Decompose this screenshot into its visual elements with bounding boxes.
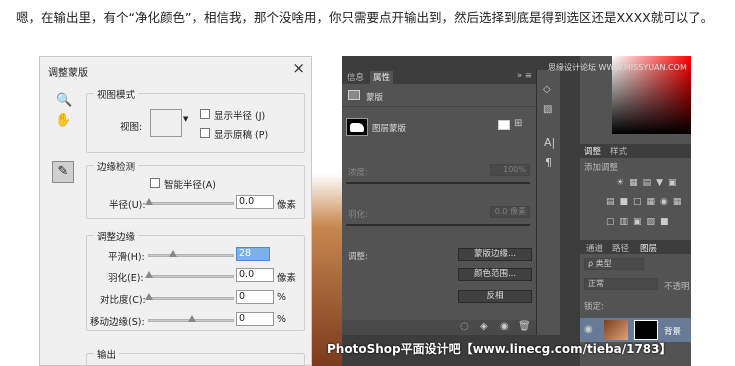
smart-radius-checkbox[interactable] [150, 178, 160, 188]
paragraph-icon[interactable]: ¶ [545, 156, 552, 169]
blend-mode-select[interactable]: 正常 [584, 278, 658, 290]
properties-tabs: 信息 属性 » ≡ [342, 70, 536, 84]
contrast-input[interactable]: 0 [236, 290, 274, 304]
tab-layers[interactable]: 图层 [640, 242, 657, 254]
caption-text: 嗯，在输出里，有个“净化颜色”，相信我，那个没啥用，你只需要点开输出到，然后选择… [16, 10, 714, 25]
radius-unit: 像素 [277, 200, 297, 211]
feather-unit: 像素 [277, 273, 297, 284]
invert-button[interactable]: 反相 [458, 290, 532, 303]
color-range-button[interactable]: 颜色范围... [458, 268, 532, 281]
contrast-slider-thumb[interactable] [145, 293, 153, 300]
output-title: 输出 [94, 347, 120, 361]
eye-icon[interactable]: ◉ [584, 324, 593, 335]
add-adjustment-label: 添加调整 [584, 163, 619, 173]
lock-label: 锁定: [584, 302, 604, 312]
feather-slider[interactable] [145, 271, 234, 278]
radius-slider[interactable] [145, 198, 234, 205]
properties-panel: 信息 属性 » ≡ 蒙版 图层蒙版 ⊞ 浓度: 100% 羽化: 0.0 像素 … [342, 70, 536, 335]
info-icon[interactable]: ▧ [543, 104, 552, 115]
trash-icon[interactable]: 🗑 [518, 321, 531, 332]
smooth-slider[interactable] [148, 250, 234, 257]
layer-kind-filter[interactable]: ρ 类型 [584, 258, 644, 270]
smooth-label: 平滑(H): [108, 252, 145, 263]
mask-title: 蒙版 [366, 93, 384, 103]
tab-styles[interactable]: 样式 [610, 145, 627, 157]
layer-mask-thumb[interactable] [634, 320, 658, 340]
view-mode-title: 视图模式 [94, 87, 139, 101]
close-icon[interactable]: × [292, 59, 305, 77]
tab-adjustments[interactable]: 调整 [584, 145, 601, 157]
load-selection-icon[interactable]: ◌ [460, 321, 469, 332]
contrast-unit: % [277, 292, 287, 303]
radius-label: 半径(U): [109, 200, 146, 211]
opacity-label: 不透明 [664, 282, 690, 292]
ps-feather-input[interactable]: 0.0 像素 [490, 206, 530, 218]
adjust-label: 调整: [348, 252, 368, 262]
shift-edge-unit: % [277, 314, 287, 325]
show-radius-checkbox[interactable] [200, 109, 210, 119]
show-original-checkbox[interactable] [200, 128, 210, 138]
refine-mask-dialog: 调整蒙版 × 🔍 ✋ 视图模式 视图: ▼ 显示半径 (J) 显示原稿 (P) … [39, 56, 312, 366]
smart-radius-label: 智能半径(A) [164, 180, 216, 191]
radius-input[interactable]: 0.0 [236, 195, 274, 209]
watermark-text: PhotoShop平面设计吧【www.linecg.com/tieba/1783… [327, 342, 672, 356]
photoshop-workspace: 信息 属性 » ≡ 蒙版 图层蒙版 ⊞ 浓度: 100% 羽化: 0.0 像素 … [312, 56, 691, 366]
contrast-label: 对比度(C): [100, 295, 146, 306]
canvas-photo [312, 56, 342, 366]
tab-channels[interactable]: 通道 [586, 242, 603, 254]
hand-icon[interactable]: ✋ [55, 113, 71, 128]
character-icon[interactable]: A| [544, 136, 555, 149]
vector-mask-icon[interactable]: ⊞ [514, 118, 522, 129]
zoom-icon[interactable]: 🔍 [56, 93, 72, 108]
refine-radius-brush-icon[interactable]: ✎ [52, 161, 74, 183]
panel-menu-icon[interactable]: » ≡ [514, 71, 535, 81]
view-thumbnail[interactable] [150, 109, 182, 137]
visibility-eye-icon[interactable]: ◉ [500, 321, 509, 332]
show-radius-label: 显示半径 (J) [214, 111, 266, 122]
density-label: 浓度: [348, 168, 368, 178]
density-input[interactable]: 100% [490, 164, 530, 176]
chevron-down-icon[interactable]: ▼ [183, 115, 188, 123]
layer-mask-thumbnail[interactable] [346, 118, 368, 136]
feather-label: 羽化(E): [108, 273, 144, 284]
shift-edge-slider[interactable] [148, 315, 234, 322]
tab-paths[interactable]: 路径 [612, 242, 629, 254]
tab-info[interactable]: 信息 [344, 71, 367, 83]
edge-detect-title: 边缘检测 [94, 159, 139, 173]
smooth-input[interactable]: 28 [236, 247, 270, 261]
show-original-label: 显示原稿 (P) [214, 130, 269, 141]
radius-slider-thumb[interactable] [145, 198, 153, 205]
history-icon[interactable]: ◇ [543, 84, 551, 95]
layer-name: 背景 [664, 327, 682, 337]
dialog-title: 调整蒙版 [48, 68, 88, 79]
corner-watermark: 思缘设计论坛 WWW.MISSYUAN.COM [548, 63, 687, 72]
pixel-mask-icon[interactable] [498, 120, 510, 130]
adjust-edge-title: 调整边缘 [94, 229, 139, 243]
adjustment-icons-row-2[interactable]: ▤■□▦◉▦ [606, 197, 686, 207]
layer-mask-label: 图层蒙版 [372, 124, 407, 134]
view-mode-group [86, 93, 305, 153]
ps-feather-slider[interactable] [346, 224, 530, 226]
shift-edge-label: 移动边缘(S): [90, 317, 145, 328]
apply-mask-icon[interactable]: ◈ [480, 321, 488, 332]
tab-properties[interactable]: 属性 [370, 71, 394, 84]
ps-feather-label: 羽化: [348, 210, 368, 220]
density-slider[interactable] [346, 182, 530, 184]
feather-input[interactable]: 0.0 [236, 268, 274, 282]
adjustment-icons-row-3[interactable]: ▢▥▣▨■ [606, 217, 674, 227]
feather-slider-thumb[interactable] [145, 271, 153, 278]
side-icon-strip: ◇ ▧ A| ¶ [536, 70, 560, 335]
adjustment-icons-row-1[interactable]: ☀▦▤▼▣ [616, 178, 682, 188]
mask-icon [348, 90, 360, 100]
smooth-slider-thumb[interactable] [169, 250, 177, 257]
shift-edge-slider-thumb[interactable] [188, 315, 196, 322]
view-label: 视图: [120, 122, 143, 133]
mask-edge-button[interactable]: 蒙版边缘... [458, 248, 532, 261]
shift-edge-input[interactable]: 0 [236, 312, 274, 326]
layer-thumbnail [604, 320, 628, 340]
contrast-slider[interactable] [145, 293, 234, 300]
